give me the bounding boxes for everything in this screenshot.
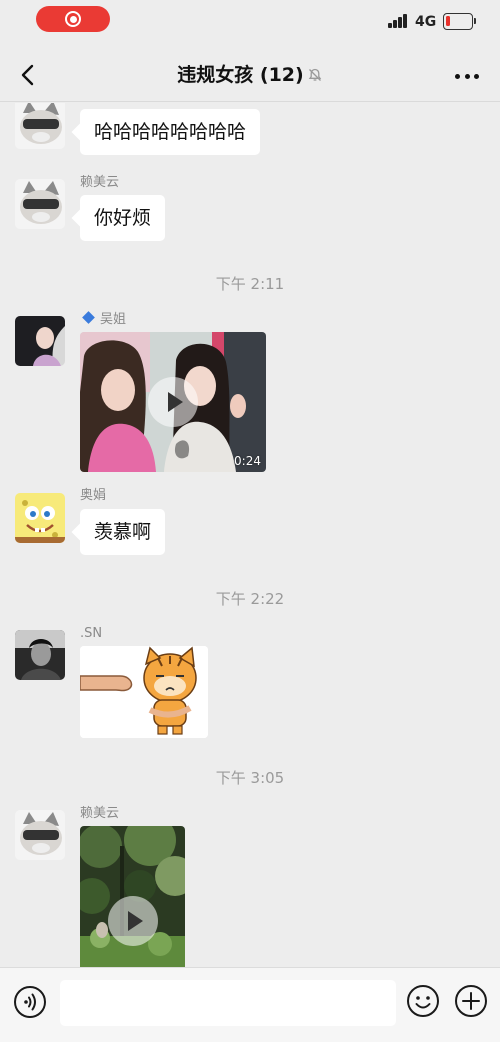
sender-name: 奥娟 [80,488,107,503]
message-bubble[interactable]: 哈哈哈哈哈哈哈哈 [80,109,261,155]
bell-off-icon [308,68,321,81]
avatar-cat[interactable] [15,179,65,229]
avatar-cat[interactable] [15,810,65,860]
emoji-button[interactable] [406,984,440,1018]
screen-record-indicator[interactable] [36,6,110,32]
sender-name: .SN [80,626,103,641]
input-bar [0,967,500,1042]
diamond-icon [82,311,95,324]
plus-icon [455,985,487,1017]
play-icon[interactable] [108,896,158,946]
sender-name: 赖美云 [80,806,120,821]
signal-icon [388,14,410,28]
record-icon [65,11,81,27]
status-bar: 4G [0,0,500,44]
message-input[interactable] [60,980,396,1026]
more-options-button[interactable] [450,66,484,86]
avatar-person[interactable] [15,630,65,680]
chat-screen: 4G 违规女孩 (12) 哈哈哈哈哈哈哈哈 赖美云 你好烦 下午 2:11 吴姐… [0,0,500,1042]
sender-name: 吴姐 [100,312,127,327]
avatar-girl[interactable] [15,316,65,366]
battery-level [446,16,451,26]
avatar-spongebob[interactable] [15,493,65,543]
video-duration: 0:24 [234,454,261,468]
back-button[interactable] [14,60,44,90]
message-bubble[interactable]: 羡慕啊 [80,509,166,555]
play-icon[interactable] [148,377,198,427]
video-message[interactable] [80,826,185,967]
message-bubble[interactable]: 你好烦 [80,195,166,241]
nav-bar: 违规女孩 (12) [0,48,500,102]
sticker-message[interactable] [80,646,208,738]
more-functions-button[interactable] [454,984,488,1018]
video-message[interactable]: 0:24 [80,332,266,472]
sender-name-wrap: 吴姐 [80,311,127,328]
emoji-icon [407,985,439,1017]
voice-icon [24,993,36,1011]
network-type: 4G [415,14,437,30]
message-list[interactable]: 哈哈哈哈哈哈哈哈 赖美云 你好烦 下午 2:11 吴姐 0:24 奥娟 羡慕啊 … [0,103,500,967]
sender-name: 赖美云 [80,175,120,190]
avatar-cat[interactable] [15,103,65,149]
chevron-left-icon [21,64,34,86]
timestamp: 下午 2:22 [215,590,285,608]
timestamp: 下午 3:05 [215,769,285,787]
more-dots-icon [455,73,460,79]
timestamp: 下午 2:11 [215,275,285,293]
chat-title-wrap: 违规女孩 (12) [100,62,400,88]
chat-title: 违规女孩 (12) [177,64,304,86]
battery-icon [443,13,476,30]
voice-button[interactable] [14,986,46,1018]
